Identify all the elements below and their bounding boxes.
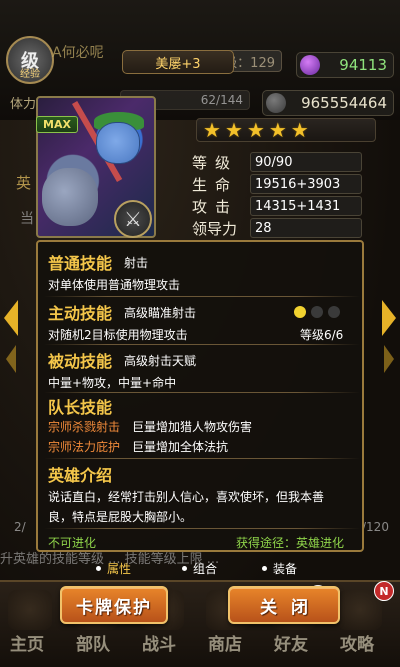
stat-label: 领导力 <box>192 219 238 238</box>
active-skill-title: 主动技能 <box>48 304 113 323</box>
star-icon: ★ <box>268 118 287 142</box>
skill-dot-empty <box>328 306 340 318</box>
prev-arrow-faded-icon <box>6 345 16 373</box>
tab-label: 组合 <box>193 562 218 576</box>
nav-guide[interactable]: 攻略 <box>340 630 374 655</box>
divider <box>44 458 360 459</box>
normal-skill-name: 射击 <box>124 256 149 270</box>
tab-equipment[interactable]: 装备 <box>262 560 297 577</box>
stat-leadership: 领导力 28 <box>192 218 362 238</box>
detail-tab-bar: 属性 组合 装备 <box>0 560 400 582</box>
monster-companion <box>42 168 98 226</box>
active-skill-desc: 对随机2目标使用物理攻击 <box>48 328 188 342</box>
prev-hero-arrow-icon[interactable] <box>4 300 18 336</box>
evolve-status: 不可进化 <box>48 536 97 550</box>
hero-intro-title: 英雄介绍 <box>48 466 113 485</box>
stat-value: 90/90 <box>250 152 362 172</box>
beauty-badge: 美屡+3 <box>122 50 234 74</box>
stat-label: 生命 <box>192 175 239 194</box>
hero-intro-line-2: 良，特点是屁股大胸部小。 <box>48 510 193 524</box>
obtain-source: 获得途径：英雄进化 <box>236 536 345 550</box>
divider <box>44 392 360 393</box>
new-badge-icon: N <box>374 581 394 601</box>
tab-bullet-icon <box>96 566 101 571</box>
page-indicator-right: /120 <box>362 520 389 534</box>
stat-attack: 攻击 14315+1431 <box>192 196 362 216</box>
stat-level: 等级 90/90 <box>192 152 362 172</box>
page-indicator-left: 2/ <box>14 520 26 534</box>
crossed-weapons-icon: ⚔ <box>114 200 152 238</box>
max-badge: MAX <box>36 116 78 133</box>
stat-value: 28 <box>250 218 362 238</box>
skill-dot-empty <box>311 306 323 318</box>
nav-home[interactable]: 主页 <box>10 630 44 655</box>
gem-icon <box>300 55 320 75</box>
normal-skill-title: 普通技能 <box>48 254 113 273</box>
leader-skill-name: 宗师杀戮射击 <box>48 420 121 434</box>
next-arrow-faded-icon <box>384 345 394 373</box>
tab-combo[interactable]: 组合 <box>182 560 217 577</box>
stat-hp: 生命 19516+3903 <box>192 174 362 194</box>
stat-label: 等级 <box>192 153 239 172</box>
next-hero-arrow-icon[interactable] <box>382 300 396 336</box>
card-protect-button[interactable]: 卡牌保护 <box>60 586 168 624</box>
skill-dot-filled <box>294 306 306 318</box>
passive-skill-desc: 中量+物攻，中量+命中 <box>48 376 177 390</box>
divider <box>44 528 360 529</box>
tab-attributes[interactable]: 属性 <box>96 560 131 577</box>
nav-troops[interactable]: 部队 <box>76 630 110 655</box>
nav-shop[interactable]: 商店 <box>208 630 242 655</box>
star-icon: ★ <box>203 118 221 142</box>
active-skill-level: 等级6/6 <box>300 328 344 342</box>
leader-skill-desc: 巨量增加猎人物攻伤害 <box>132 420 253 434</box>
normal-skill-desc: 对单体使用普通物理攻击 <box>48 278 181 292</box>
leader-skill-title: 队长技能 <box>48 398 113 417</box>
leader-skill-name: 宗师法力庇护 <box>48 440 121 454</box>
nav-friends[interactable]: 好友 <box>274 630 308 655</box>
star-rating: ★ ★ ★ ★ ★ <box>196 118 376 142</box>
bg-side-label-2: 当 <box>20 211 34 227</box>
stat-value: 19516+3903 <box>250 174 362 194</box>
tab-label: 装备 <box>273 562 298 576</box>
nav-battle[interactable]: 战斗 <box>142 630 176 655</box>
stat-label: 攻击 <box>192 197 239 216</box>
leader-skill-desc: 巨量增加全体法抗 <box>132 440 229 454</box>
star-icon: ★ <box>246 118 265 142</box>
stat-value: 14315+1431 <box>250 196 362 216</box>
hero-intro-line-1: 说话直白，经常打击别人信心，喜欢使坏，但我本善 <box>48 490 325 504</box>
tab-bullet-icon <box>182 566 187 571</box>
home-nav-icon <box>8 590 52 630</box>
divider <box>44 296 360 297</box>
player-avatar[interactable]: 级 经验 <box>6 36 54 84</box>
player-name: A何必呢 <box>52 45 104 61</box>
tab-label: 属性 <box>107 562 132 576</box>
close-button[interactable]: 关闭 <box>228 586 340 624</box>
divider <box>44 344 360 345</box>
active-skill-name: 高级瞄准射击 <box>124 306 197 320</box>
passive-skill-name: 高级射击天赋 <box>124 354 197 368</box>
coin-icon <box>266 93 286 113</box>
stamina-label: 体力 <box>10 97 37 112</box>
hero-face <box>96 122 140 164</box>
passive-skill-title: 被动技能 <box>48 352 113 371</box>
bg-side-label: 英 <box>16 174 32 192</box>
star-icon: ★ <box>290 118 309 142</box>
star-icon: ★ <box>224 118 243 142</box>
avatar-exp-label: 经验 <box>20 69 40 80</box>
tab-bullet-icon <box>262 566 267 571</box>
hero-info-panel: 普通技能 射击 对单体使用普通物理攻击 主动技能 高级瞄准射击 对随机2目标使用… <box>36 240 364 552</box>
